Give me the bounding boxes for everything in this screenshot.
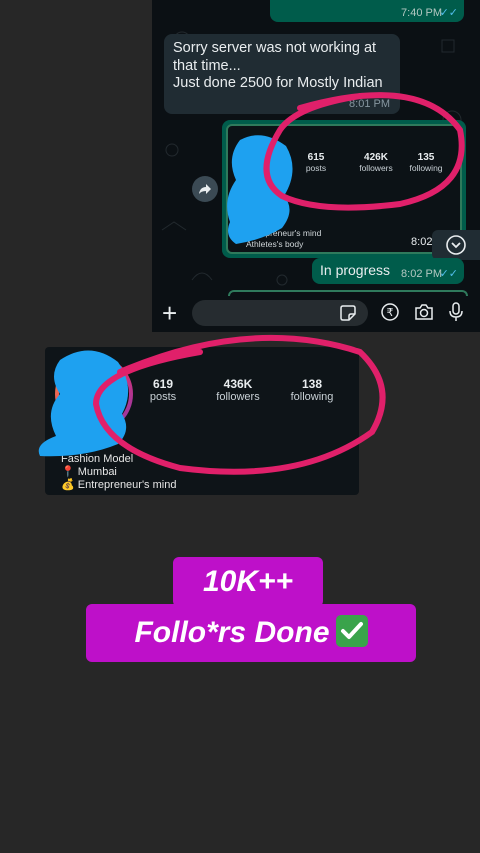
caption-text: Follo*rs Done (134, 616, 330, 649)
annotation-overlay (38, 92, 465, 475)
caption-line-2: Follo*rs Done (86, 604, 416, 662)
blue-scribble (38, 135, 293, 457)
caption-line-1: 10K++ (173, 557, 323, 607)
check-mark-icon (335, 615, 368, 648)
